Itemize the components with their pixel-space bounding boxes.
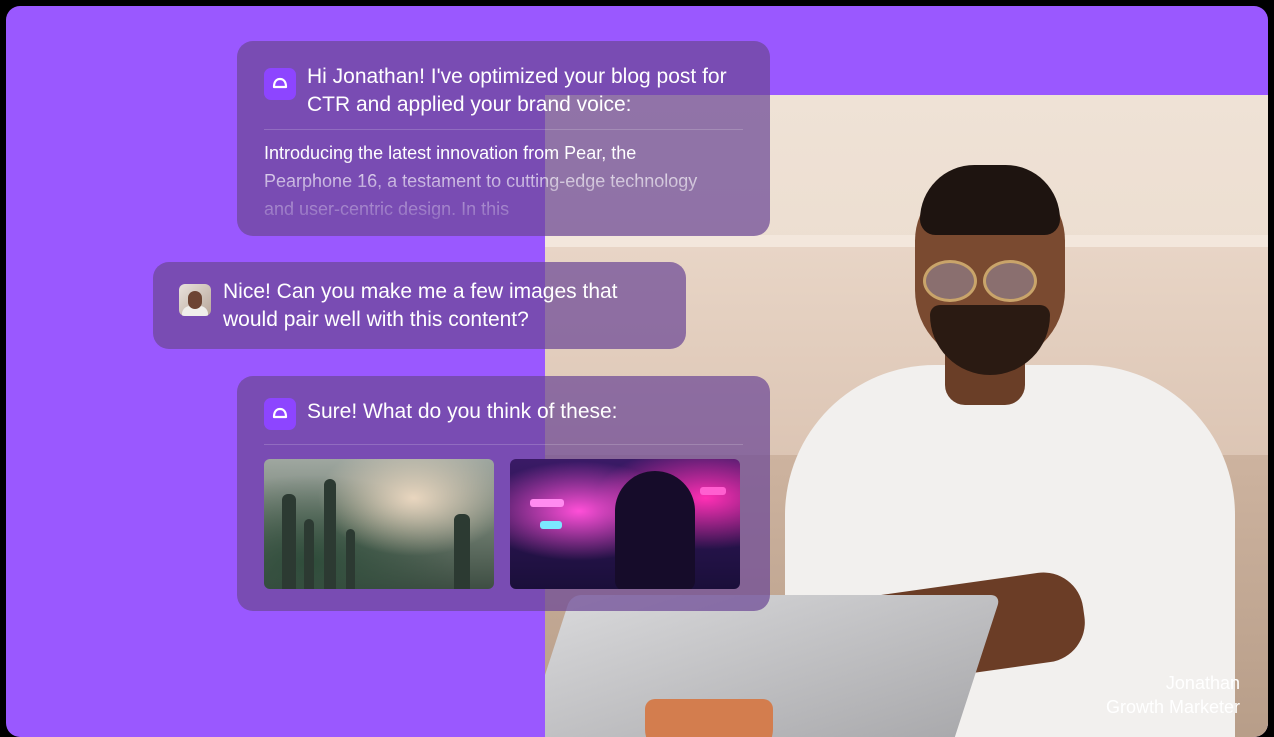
user-message-bubble: Nice! Can you make me a few images that … [153, 262, 686, 349]
marketing-canvas: Jonathan Growth Marketer Hi Jonathan! I'… [6, 6, 1268, 737]
glasses-right-lens [983, 260, 1037, 302]
divider [264, 129, 743, 130]
person-hair [920, 165, 1060, 235]
glasses-left-lens [923, 260, 977, 302]
assistant-logo-icon [264, 68, 296, 100]
fantasy-landscape-image[interactable] [264, 459, 494, 589]
ai-message-bubble: Sure! What do you think of these: [237, 376, 770, 611]
user-message-text: Nice! Can you make me a few images that … [223, 280, 618, 331]
divider [264, 444, 743, 445]
blog-post-preview: Introducing the latest innovation from P… [264, 143, 698, 219]
silhouette [615, 471, 695, 589]
ai-message-title: Sure! What do you think of these: [307, 400, 618, 423]
coffee-cup [645, 699, 773, 737]
person-role: Growth Marketer [1105, 697, 1240, 717]
ai-message-bubble: Hi Jonathan! I've optimized your blog po… [237, 41, 770, 236]
person-caption: Jonathan Growth Marketer [1106, 671, 1240, 719]
ai-message-title: Hi Jonathan! I've optimized your blog po… [307, 65, 727, 116]
user-avatar [179, 284, 211, 316]
assistant-logo-icon [264, 398, 296, 430]
person-name: Jonathan [1165, 673, 1240, 693]
neon-city-portrait-image[interactable] [510, 459, 740, 589]
